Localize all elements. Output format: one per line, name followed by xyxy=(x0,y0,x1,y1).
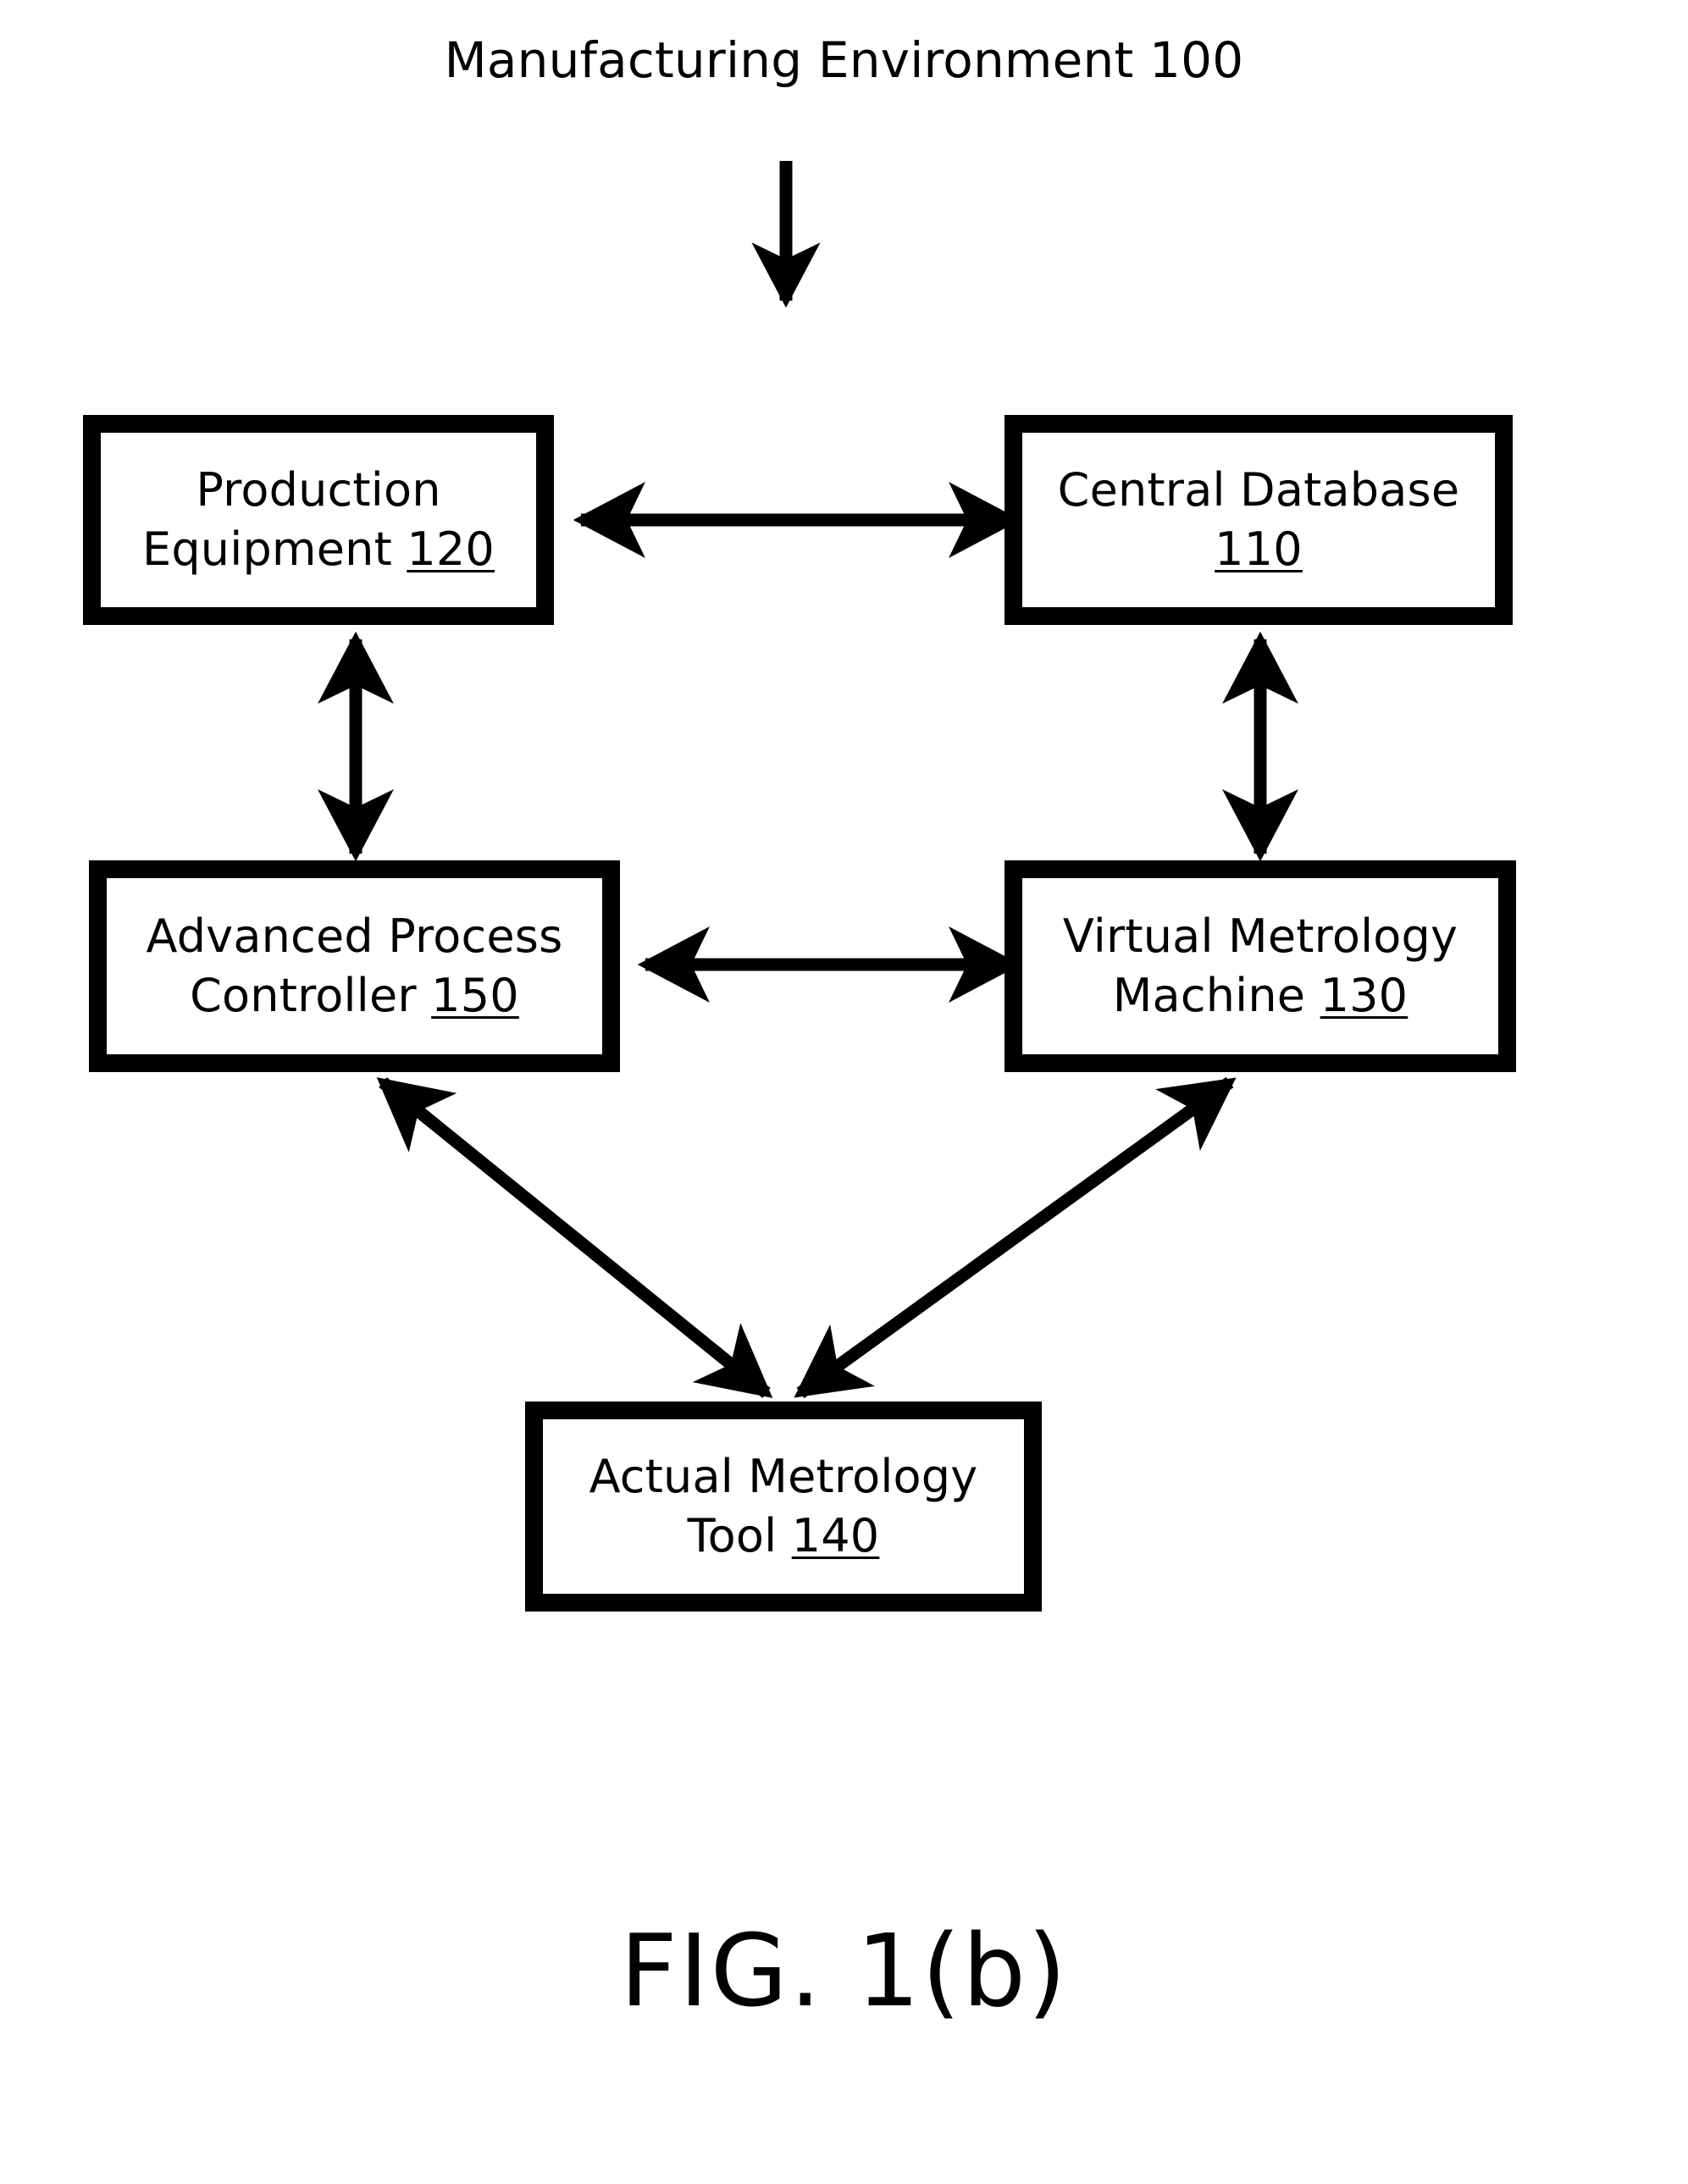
environment-title: Manufacturing Environment 100 xyxy=(444,31,1244,89)
node-actual-metrology-tool[interactable]: Actual Metrology Tool 140 xyxy=(525,1402,1042,1612)
figure-caption: FIG. 1(b) xyxy=(619,1912,1069,2029)
node-virtual-metrology-machine-label: Virtual Metrology Machine 130 xyxy=(1062,909,1458,1022)
node-central-database[interactable]: Central Database 110 xyxy=(1004,415,1513,625)
node-advanced-process-controller-label: Advanced Process Controller 150 xyxy=(146,909,563,1022)
node-production-equipment-label: Production Equipment 120 xyxy=(142,462,495,576)
node-actual-metrology-tool-label: Actual Metrology Tool 140 xyxy=(589,1449,978,1562)
patent-figure: Manufacturing Environment 100 Production… xyxy=(0,0,1688,2184)
connectors-layer xyxy=(318,161,1298,1399)
arrow-virtual-metrology-machine-to-actual-metrology-tool xyxy=(794,1076,1237,1399)
node-advanced-process-controller[interactable]: Advanced Process Controller 150 xyxy=(89,860,620,1072)
node-virtual-metrology-machine[interactable]: Virtual Metrology Machine 130 xyxy=(1004,860,1516,1072)
node-production-equipment[interactable]: Production Equipment 120 xyxy=(83,415,554,625)
arrow-advanced-process-controller-to-actual-metrology-tool xyxy=(376,1077,773,1398)
node-central-database-label: Central Database 110 xyxy=(1057,462,1460,576)
